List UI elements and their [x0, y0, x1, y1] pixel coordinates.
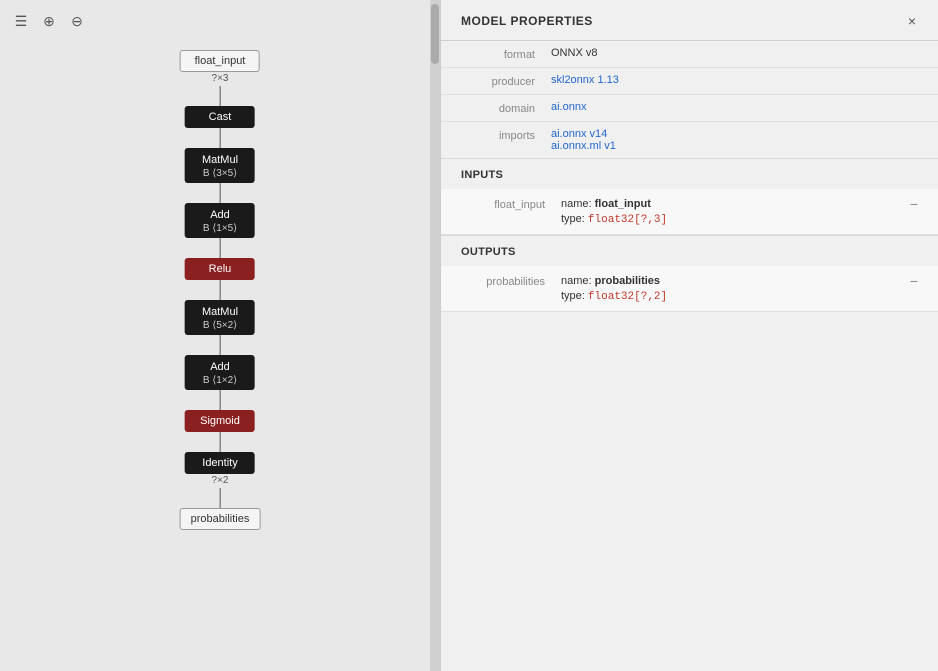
input-name: name: float_input [561, 198, 651, 210]
format-key: format [461, 47, 551, 61]
input-type: type: float32[?,3] [561, 213, 918, 226]
input-details: name: float_input − type: float32[?,3] [561, 197, 918, 226]
matmul2-node[interactable]: MatMul B ⟨5×2⟩ [185, 300, 255, 335]
properties-panel: MODEL PROPERTIES × format ONNX v8 produc… [440, 0, 938, 671]
input-type-value: float32[?,3] [588, 214, 667, 226]
node-add1: Add B ⟨1×5⟩ [185, 203, 255, 258]
panel-header: MODEL PROPERTIES × [441, 0, 938, 41]
connector-line-3 [219, 183, 220, 203]
output-key: probabilities [461, 274, 561, 288]
connector-line-4 [219, 238, 220, 258]
add2-node[interactable]: Add B ⟨1×2⟩ [185, 355, 255, 390]
connector-label-9: ?×2 [212, 476, 229, 486]
matmul1-node[interactable]: MatMul B ⟨3×5⟩ [185, 148, 255, 183]
format-row: format ONNX v8 [441, 41, 938, 68]
node-matmul1: MatMul B ⟨3×5⟩ [185, 148, 255, 203]
node-probabilities: probabilities [180, 508, 261, 530]
add2-detail: B ⟨1×2⟩ [197, 375, 243, 386]
connector-line-6 [219, 335, 220, 355]
inputs-section-header: INPUTS [441, 158, 938, 189]
output-minus: − [910, 274, 918, 288]
relu-node[interactable]: Relu [185, 258, 255, 280]
input-key: float_input [461, 197, 561, 211]
scrollbar[interactable] [430, 0, 440, 671]
add2-label: Add [197, 361, 243, 373]
node-matmul2: MatMul B ⟨5×2⟩ [185, 300, 255, 355]
cast-node[interactable]: Cast [185, 106, 255, 128]
connector-line-2 [219, 128, 220, 148]
graph-container: float_input ?×3 Cast MatMul B ⟨3×5⟩ Add … [180, 50, 261, 530]
output-name: name: probabilities [561, 275, 660, 287]
add1-label: Add [197, 209, 243, 221]
input-type-label: type: [561, 213, 585, 225]
domain-value: ai.onnx [551, 101, 918, 113]
producer-row: producer skl2onnx 1.13 [441, 68, 938, 95]
connector-line-5 [219, 280, 220, 300]
output-type: type: float32[?,2] [561, 290, 918, 303]
producer-key: producer [461, 74, 551, 88]
zoom-out-button[interactable]: ⊖ [66, 10, 88, 32]
input-row: float_input name: float_input − type: fl… [441, 189, 938, 234]
output-details: name: probabilities − type: float32[?,2] [561, 274, 918, 303]
imports-values: ai.onnx v14 ai.onnx.ml v1 [551, 128, 918, 152]
connector-line-8 [219, 432, 220, 452]
domain-row: domain ai.onnx [441, 95, 938, 122]
node-cast: Cast [185, 106, 255, 148]
zoom-in-button[interactable]: ⊕ [38, 10, 60, 32]
imports-value-2: ai.onnx.ml v1 [551, 140, 918, 152]
producer-value: skl2onnx 1.13 [551, 74, 918, 86]
toolbar: ☰ ⊕ ⊖ [10, 10, 88, 32]
matmul2-detail: B ⟨5×2⟩ [197, 320, 243, 331]
inputs-block: float_input name: float_input − type: fl… [441, 189, 938, 235]
matmul2-label: MatMul [197, 306, 243, 318]
imports-value-1: ai.onnx v14 [551, 128, 918, 140]
output-type-value: float32[?,2] [588, 291, 667, 303]
node-relu: Relu [185, 258, 255, 300]
matmul1-label: MatMul [197, 154, 243, 166]
input-name-label: name: [561, 198, 592, 210]
domain-key: domain [461, 101, 551, 115]
add1-node[interactable]: Add B ⟨1×5⟩ [185, 203, 255, 238]
node-identity: Identity ?×2 [185, 452, 255, 508]
output-row: probabilities name: probabilities − type… [441, 266, 938, 311]
scroll-thumb[interactable] [431, 4, 439, 64]
graph-panel: ☰ ⊕ ⊖ float_input ?×3 Cast MatMul B ⟨3×5… [0, 0, 440, 671]
menu-button[interactable]: ☰ [10, 10, 32, 32]
imports-row: imports ai.onnx v14 ai.onnx.ml v1 [441, 122, 938, 158]
connector-label-1: ?×3 [212, 74, 229, 84]
output-name-label: name: [561, 275, 592, 287]
output-name-row: name: probabilities − [561, 274, 918, 288]
output-name-value: probabilities [595, 275, 660, 287]
probabilities-node[interactable]: probabilities [180, 508, 261, 530]
panel-content: format ONNX v8 producer skl2onnx 1.13 do… [441, 41, 938, 671]
add1-detail: B ⟨1×5⟩ [197, 223, 243, 234]
input-name-row: name: float_input − [561, 197, 918, 211]
format-value: ONNX v8 [551, 47, 918, 59]
identity-node[interactable]: Identity [185, 452, 255, 474]
matmul1-detail: B ⟨3×5⟩ [197, 168, 243, 179]
float-input-node[interactable]: float_input [180, 50, 260, 72]
close-button[interactable]: × [906, 14, 918, 28]
panel-title: MODEL PROPERTIES [461, 14, 593, 28]
input-name-value: float_input [595, 198, 651, 210]
node-sigmoid: Sigmoid [185, 410, 255, 452]
connector-line-1 [219, 86, 220, 106]
sigmoid-node[interactable]: Sigmoid [185, 410, 255, 432]
connector-line-7 [219, 390, 220, 410]
outputs-block: probabilities name: probabilities − type… [441, 266, 938, 312]
node-add2: Add B ⟨1×2⟩ [185, 355, 255, 410]
output-type-label: type: [561, 290, 585, 302]
imports-key: imports [461, 128, 551, 142]
input-minus: − [910, 197, 918, 211]
properties-table: format ONNX v8 producer skl2onnx 1.13 do… [441, 41, 938, 158]
node-float-input: float_input ?×3 [180, 50, 260, 106]
outputs-section-header: OUTPUTS [441, 235, 938, 266]
connector-line-9 [219, 488, 220, 508]
